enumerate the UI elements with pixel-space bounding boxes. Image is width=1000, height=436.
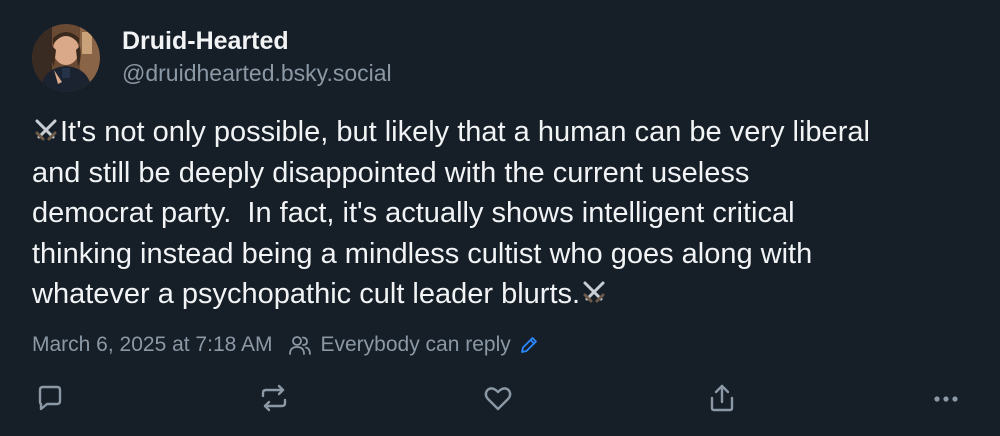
repost-icon	[258, 382, 290, 414]
reply-setting-label: Everybody can reply	[320, 333, 511, 356]
post-timestamp[interactable]: March 6, 2025 at 7:18 AM	[32, 333, 272, 357]
like-icon	[482, 382, 514, 414]
post-line-4: thinking instead being a mindless cultis…	[32, 237, 813, 270]
action-bar	[0, 378, 1000, 418]
pencil-icon	[519, 335, 539, 355]
post-meta: March 6, 2025 at 7:18 AM Everybody can r…	[32, 330, 539, 360]
crossed-swords-icon	[32, 116, 60, 144]
people-icon	[288, 334, 312, 356]
post-header: Druid-Hearted @druidhearted.bsky.social	[32, 24, 392, 92]
more-icon	[930, 382, 962, 414]
post-line-5: whatever a psychopathic cult leader blur…	[32, 278, 581, 310]
author-names: Druid-Hearted @druidhearted.bsky.social	[122, 26, 392, 88]
author-handle[interactable]: @druidhearted.bsky.social	[122, 58, 392, 88]
repost-button[interactable]	[254, 378, 294, 418]
reply-icon	[34, 382, 66, 414]
post-line-2: and still be deeply disappointed with th…	[32, 156, 750, 189]
post-line-1: It's not only possible, but likely that …	[60, 116, 870, 148]
display-name[interactable]: Druid-Hearted	[122, 26, 392, 56]
like-button[interactable]	[478, 378, 518, 418]
avatar[interactable]	[32, 24, 100, 92]
crossed-swords-icon	[580, 278, 608, 306]
post-card: Druid-Hearted @druidhearted.bsky.social …	[0, 0, 1000, 436]
post-text: It's not only possible, but likely that …	[32, 112, 982, 315]
share-icon	[706, 382, 738, 414]
post-line-3: democrat party. In fact, it's actually s…	[32, 197, 795, 229]
share-button[interactable]	[702, 378, 742, 418]
more-options-button[interactable]	[926, 378, 966, 418]
reply-setting-button[interactable]: Everybody can reply	[288, 333, 538, 357]
reply-button[interactable]	[30, 378, 70, 418]
